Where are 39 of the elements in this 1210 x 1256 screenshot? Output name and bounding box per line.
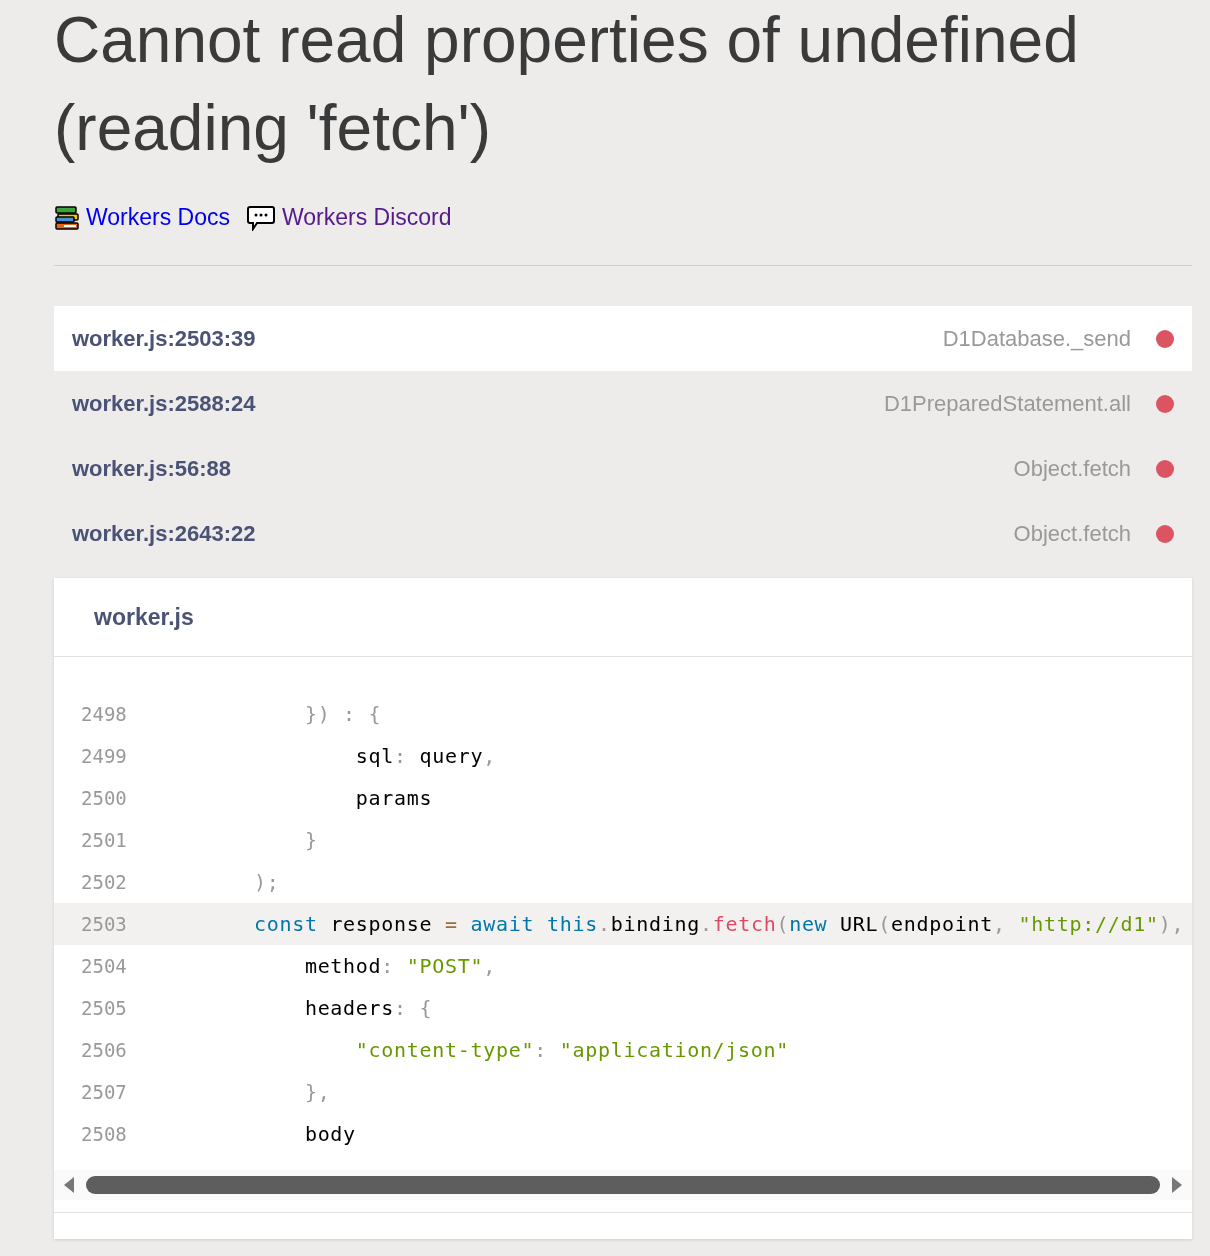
line-number: 2508	[80, 1123, 128, 1145]
books-icon	[54, 204, 80, 231]
error-dot-icon	[1156, 459, 1174, 478]
doc-link[interactable]: Workers Discord	[246, 204, 452, 231]
stack-frame[interactable]: worker.js:2643:22 Object.fetch	[54, 501, 1192, 566]
line-number: 2501	[80, 829, 128, 851]
scroll-left-icon[interactable]	[64, 1177, 74, 1193]
code-line: params	[354, 786, 433, 810]
code-line: body	[303, 1122, 356, 1146]
line-number: 2507	[80, 1081, 128, 1103]
code-line: sql: query,	[354, 744, 497, 768]
scroll-right-icon[interactable]	[1172, 1177, 1182, 1193]
code-line: );	[252, 870, 280, 894]
stack-frame[interactable]: worker.js:56:88 Object.fetch	[54, 436, 1192, 501]
error-dot-icon	[1156, 394, 1174, 413]
line-number: 2505	[80, 997, 128, 1019]
code-line: }) : {	[303, 702, 382, 726]
stack-frame[interactable]: worker.js:2588:24 D1PreparedStatement.all	[54, 371, 1192, 436]
doc-link[interactable]: Workers Docs	[54, 204, 230, 231]
line-number: 2506	[80, 1039, 128, 1061]
line-number: 2504	[80, 955, 128, 977]
line-number: 2503	[80, 913, 128, 935]
code-line: "content-type": "application/json"	[354, 1038, 790, 1062]
line-number: 2499	[80, 745, 128, 767]
stack-frame[interactable]: worker.js:2503:39 D1Database._send	[54, 306, 1192, 371]
code-line: headers: {	[303, 996, 433, 1020]
file-name: worker.js	[94, 603, 194, 631]
error-dot-icon	[1156, 329, 1174, 348]
error-title: Cannot read properties of undefined (reading 'fetch')	[54, 3, 1080, 166]
line-number: 2500	[80, 787, 128, 809]
line-number: 2502	[80, 871, 128, 893]
error-dot-icon	[1156, 524, 1174, 543]
speech-bubble-icon	[246, 204, 276, 231]
code-line: const response = await this.binding.fetch(new URL(endpoint, "http://d1"),	[252, 912, 1185, 936]
line-number: 2498	[80, 703, 128, 725]
code-line: }	[303, 828, 318, 852]
code-line: method: "POST",	[303, 954, 497, 978]
code-line: },	[303, 1080, 331, 1104]
scrollbar-thumb[interactable]	[86, 1176, 1160, 1194]
